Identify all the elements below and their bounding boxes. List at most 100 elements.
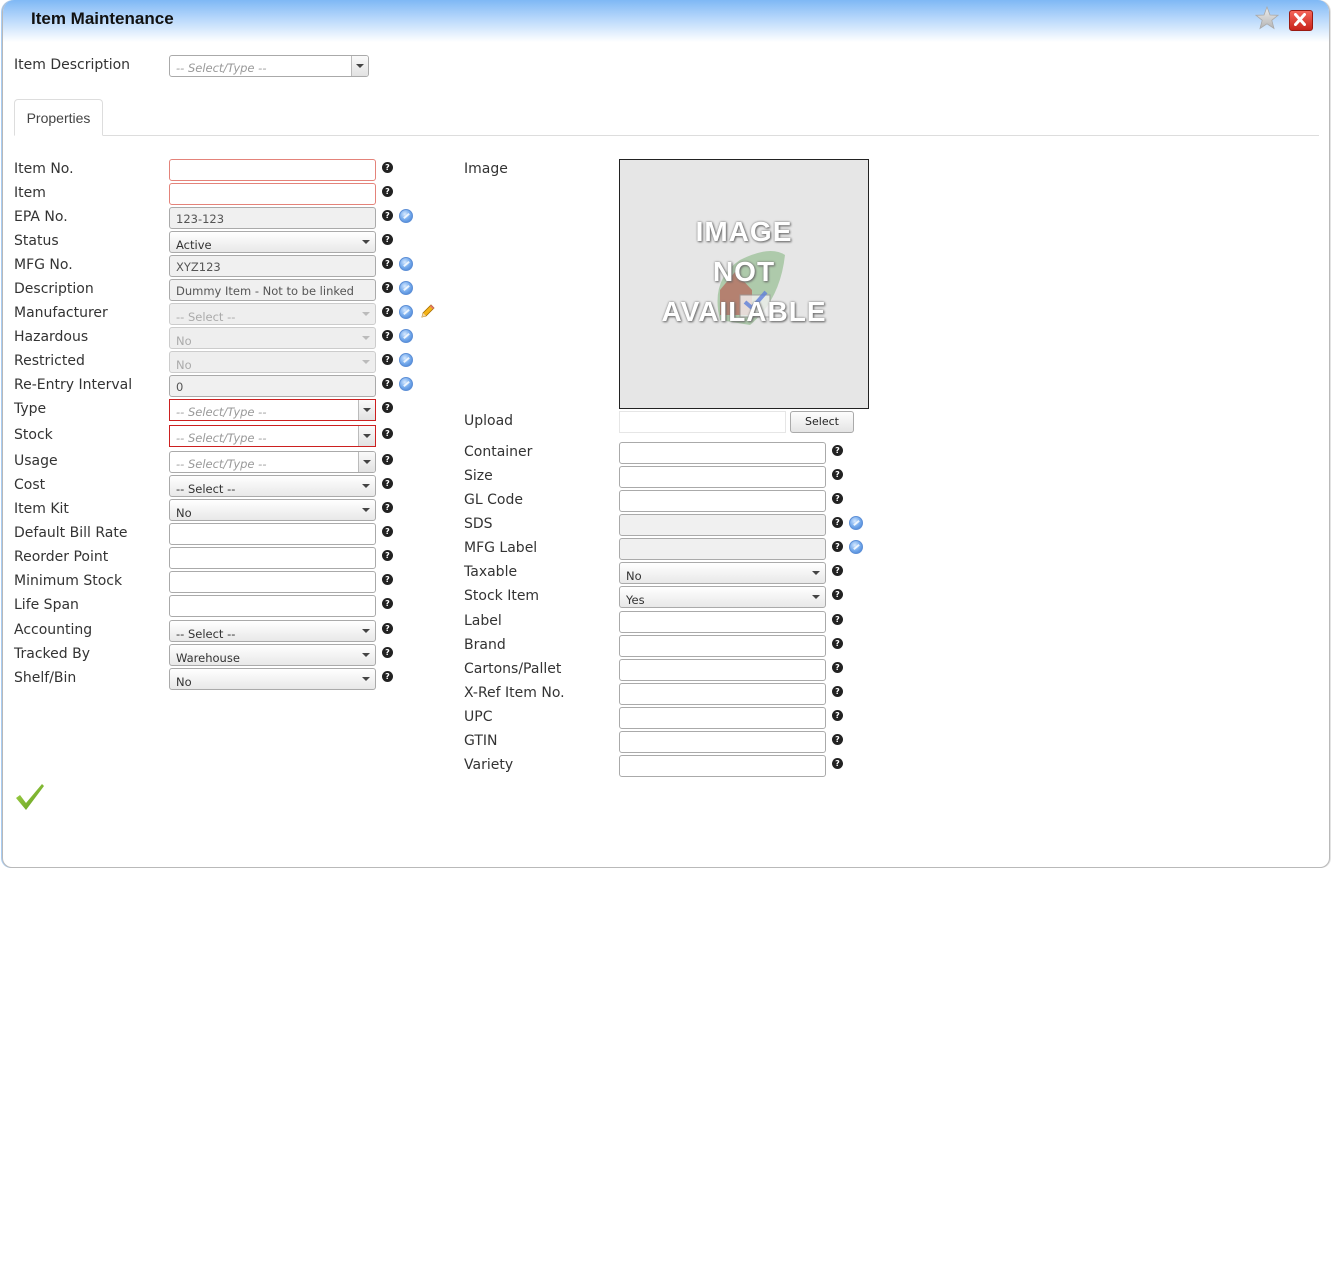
- pencil-edit-icon[interactable]: [419, 304, 435, 324]
- help-icon[interactable]: ?: [382, 234, 393, 245]
- stock-combo[interactable]: -- Select/Type --: [169, 425, 376, 447]
- chevron-down-icon: [812, 595, 820, 599]
- stock-item-select[interactable]: Yes: [619, 586, 826, 608]
- help-icon[interactable]: ?: [382, 671, 393, 682]
- description-label: Description: [14, 281, 94, 297]
- status-select[interactable]: Active: [169, 231, 376, 253]
- help-icon[interactable]: ?: [382, 550, 393, 561]
- gtin-label: GTIN: [464, 733, 498, 749]
- help-icon[interactable]: ?: [382, 454, 393, 465]
- help-icon[interactable]: ?: [382, 162, 393, 173]
- taxable-select[interactable]: No: [619, 562, 826, 584]
- help-icon[interactable]: ?: [382, 478, 393, 489]
- help-icon[interactable]: ?: [382, 598, 393, 609]
- size-input[interactable]: [619, 466, 826, 488]
- type-combo[interactable]: -- Select/Type --: [169, 399, 376, 421]
- star-icon[interactable]: [1254, 5, 1280, 30]
- item-no-input[interactable]: [169, 159, 376, 181]
- help-icon[interactable]: ?: [832, 445, 843, 456]
- globe-link-icon[interactable]: [399, 377, 413, 391]
- help-icon[interactable]: ?: [382, 330, 393, 341]
- help-icon[interactable]: ?: [832, 662, 843, 673]
- cost-select[interactable]: -- Select --: [169, 475, 376, 497]
- help-icon[interactable]: ?: [382, 402, 393, 413]
- gl-code-input[interactable]: [619, 490, 826, 512]
- globe-link-icon[interactable]: [399, 329, 413, 343]
- help-icon[interactable]: ?: [832, 758, 843, 769]
- accounting-select[interactable]: -- Select --: [169, 620, 376, 642]
- help-icon[interactable]: ?: [832, 710, 843, 721]
- life-span-input[interactable]: [169, 595, 376, 617]
- help-icon[interactable]: ?: [382, 258, 393, 269]
- brand-input[interactable]: [619, 635, 826, 657]
- globe-link-icon[interactable]: [399, 305, 413, 319]
- item-input[interactable]: [169, 183, 376, 205]
- x-ref-item-no-input[interactable]: [619, 683, 826, 705]
- help-icon[interactable]: ?: [382, 574, 393, 585]
- usage-dropdown-button[interactable]: [358, 452, 375, 472]
- help-icon[interactable]: ?: [832, 565, 843, 576]
- save-button[interactable]: [15, 783, 45, 815]
- globe-link-icon[interactable]: [399, 353, 413, 367]
- help-icon[interactable]: ?: [382, 623, 393, 634]
- minimum-stock-input[interactable]: [169, 571, 376, 593]
- shelf-bin-select[interactable]: No: [169, 668, 376, 690]
- help-icon[interactable]: ?: [382, 647, 393, 658]
- help-icon[interactable]: ?: [382, 306, 393, 317]
- help-icon[interactable]: ?: [832, 493, 843, 504]
- reorder-point-input[interactable]: [169, 547, 376, 569]
- label-input[interactable]: [619, 611, 826, 633]
- help-icon[interactable]: ?: [832, 589, 843, 600]
- globe-link-icon[interactable]: [399, 209, 413, 223]
- upload-file-input[interactable]: [619, 411, 786, 433]
- item-description-combo[interactable]: -- Select/Type --: [169, 55, 369, 77]
- chevron-down-icon: [362, 484, 370, 488]
- upload-select-button[interactable]: Select: [790, 411, 854, 433]
- item-kit-select[interactable]: No: [169, 499, 376, 521]
- help-icon[interactable]: ?: [382, 378, 393, 389]
- item-description-dropdown-button[interactable]: [351, 56, 368, 76]
- variety-input[interactable]: [619, 755, 826, 777]
- help-icon[interactable]: ?: [382, 282, 393, 293]
- help-icon[interactable]: ?: [382, 354, 393, 365]
- type-label: Type: [14, 401, 47, 417]
- mfg-no-value: XYZ123: [176, 260, 221, 274]
- close-button[interactable]: [1289, 10, 1313, 31]
- container-input[interactable]: [619, 442, 826, 464]
- restricted-value: No: [176, 358, 192, 372]
- help-icon[interactable]: ?: [832, 469, 843, 480]
- help-icon[interactable]: ?: [832, 686, 843, 697]
- help-icon[interactable]: ?: [382, 526, 393, 537]
- help-icon[interactable]: ?: [832, 638, 843, 649]
- help-icon[interactable]: ?: [382, 210, 393, 221]
- globe-link-icon[interactable]: [399, 257, 413, 271]
- default-bill-rate-input[interactable]: [169, 523, 376, 545]
- help-icon[interactable]: ?: [832, 517, 843, 528]
- help-icon[interactable]: ?: [832, 541, 843, 552]
- mfg-no-input: XYZ123: [169, 255, 376, 277]
- gtin-input[interactable]: [619, 731, 826, 753]
- globe-link-icon[interactable]: [399, 281, 413, 295]
- tracked-by-select[interactable]: Warehouse: [169, 644, 376, 666]
- help-icon[interactable]: ?: [382, 186, 393, 197]
- stock-dropdown-button[interactable]: [358, 426, 375, 446]
- tab-properties[interactable]: Properties: [14, 99, 103, 136]
- type-dropdown-button[interactable]: [358, 400, 375, 420]
- help-icon[interactable]: ?: [832, 614, 843, 625]
- help-icon[interactable]: ?: [382, 502, 393, 513]
- globe-link-icon[interactable]: [849, 540, 863, 554]
- tab-strip-divider: [14, 135, 1319, 136]
- chevron-down-icon: [362, 336, 370, 340]
- globe-link-icon[interactable]: [849, 516, 863, 530]
- help-icon[interactable]: ?: [832, 734, 843, 745]
- cartons-pallet-input[interactable]: [619, 659, 826, 681]
- x-ref-item-no-label: X-Ref Item No.: [464, 685, 565, 701]
- item-label: Item: [14, 185, 46, 201]
- shelf-bin-value: No: [176, 675, 192, 689]
- upc-label: UPC: [464, 709, 493, 725]
- help-icon[interactable]: ?: [382, 428, 393, 439]
- usage-combo[interactable]: -- Select/Type --: [169, 451, 376, 473]
- container-label: Container: [464, 444, 533, 460]
- manufacturer-label: Manufacturer: [14, 305, 108, 321]
- upc-input[interactable]: [619, 707, 826, 729]
